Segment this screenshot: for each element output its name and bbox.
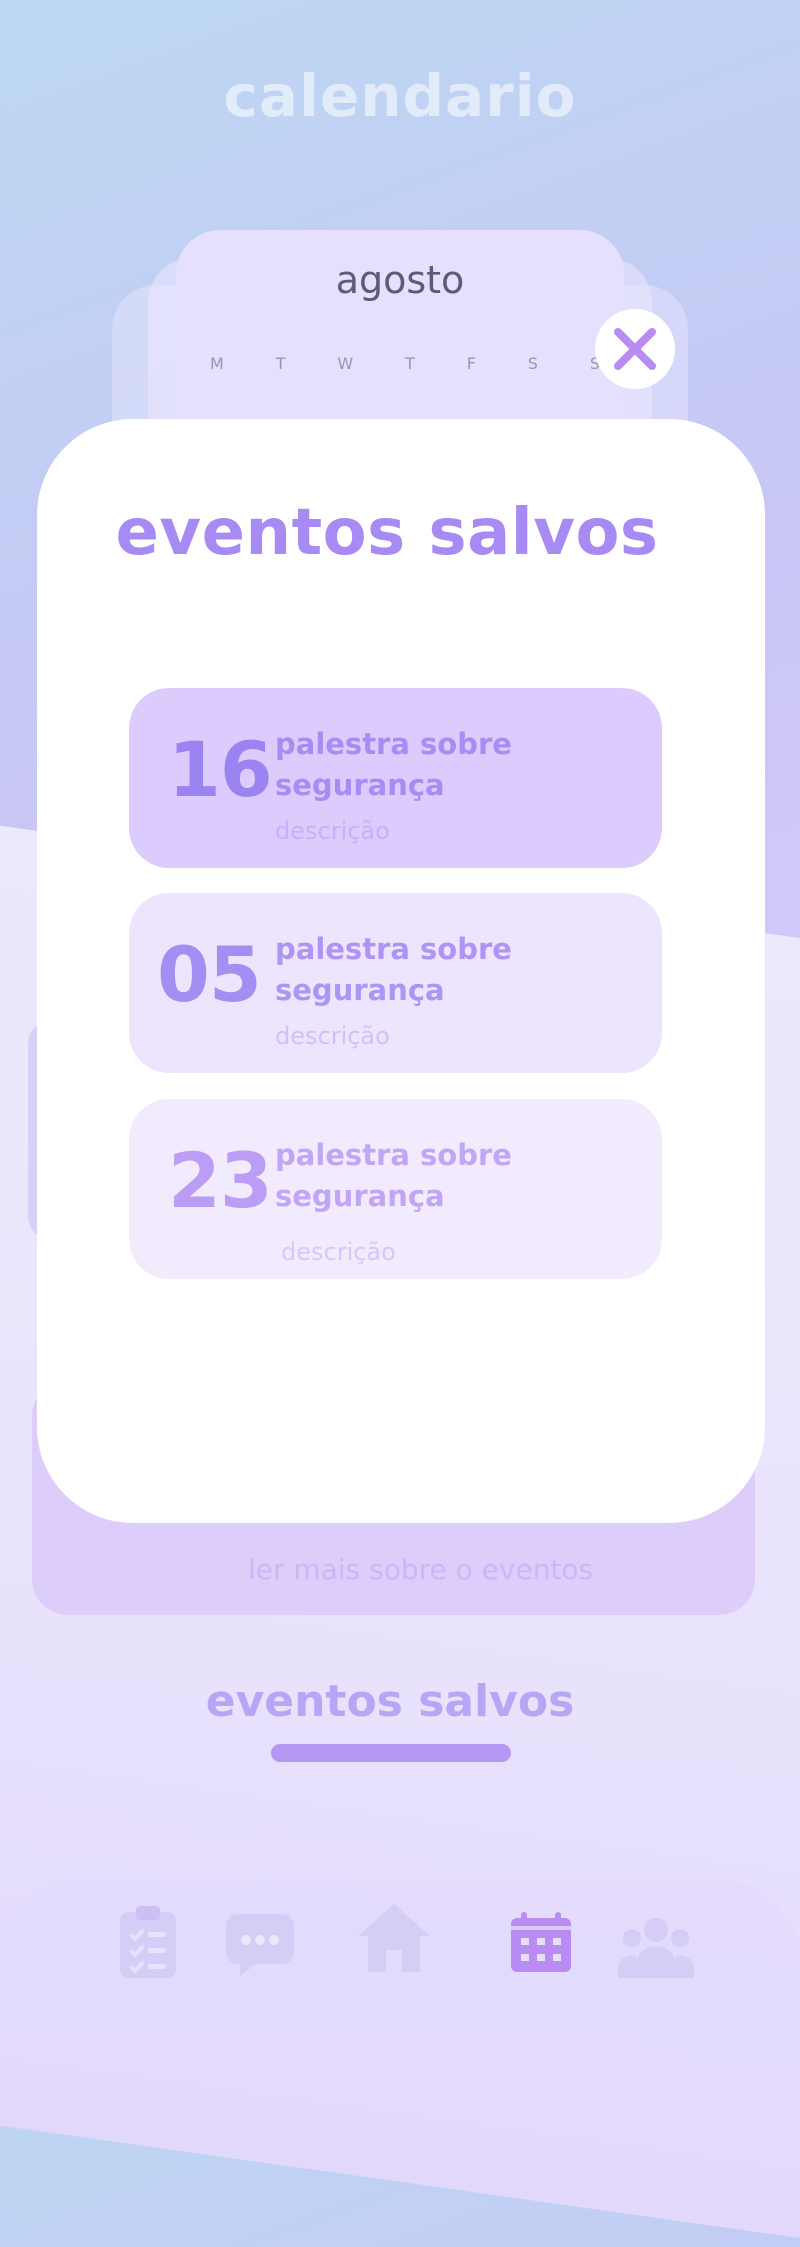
weekday-label: W — [337, 354, 354, 373]
read-more-link[interactable]: ler mais sobre o eventos — [248, 1553, 593, 1586]
modal-title: eventos salvos — [115, 496, 659, 570]
nav-calendar[interactable] — [509, 1910, 573, 1974]
event-description: descrição — [275, 1022, 390, 1050]
event-description: descrição — [281, 1238, 396, 1266]
nav-people[interactable] — [618, 1916, 694, 1980]
nav-chat[interactable] — [224, 1912, 296, 1978]
event-day: 16 — [168, 725, 273, 814]
weekday-label: T — [405, 354, 415, 373]
nav-home[interactable] — [356, 1902, 432, 1974]
saved-events-tab-label[interactable]: eventos salvos — [0, 1676, 780, 1727]
calendar-month: agosto — [335, 258, 465, 302]
event-description: descrição — [275, 817, 390, 845]
weekday-label: T — [275, 354, 286, 373]
calendar-icon — [511, 1912, 571, 1972]
event-title: palestra sobre segurança — [275, 1138, 512, 1213]
close-icon — [614, 328, 656, 370]
weekday-label: M — [210, 354, 224, 373]
page-title: calendario — [223, 62, 577, 130]
close-button[interactable] — [595, 309, 675, 389]
weekday-label: F — [466, 354, 476, 373]
event-title: palestra sobre segurança — [275, 727, 512, 802]
event-day: 23 — [168, 1136, 273, 1225]
nav-clipboard[interactable] — [118, 1904, 178, 1980]
people-icon — [618, 1918, 694, 1978]
chat-icon — [226, 1914, 294, 1976]
clipboard-icon — [120, 1906, 176, 1978]
weekday-label: S — [527, 354, 538, 373]
event-day: 05 — [157, 930, 262, 1019]
home-icon — [358, 1904, 430, 1972]
calendar-weekdays: M T W T F S S — [176, 354, 624, 373]
active-tab-indicator — [271, 1744, 511, 1762]
event-title: palestra sobre segurança — [275, 932, 512, 1007]
